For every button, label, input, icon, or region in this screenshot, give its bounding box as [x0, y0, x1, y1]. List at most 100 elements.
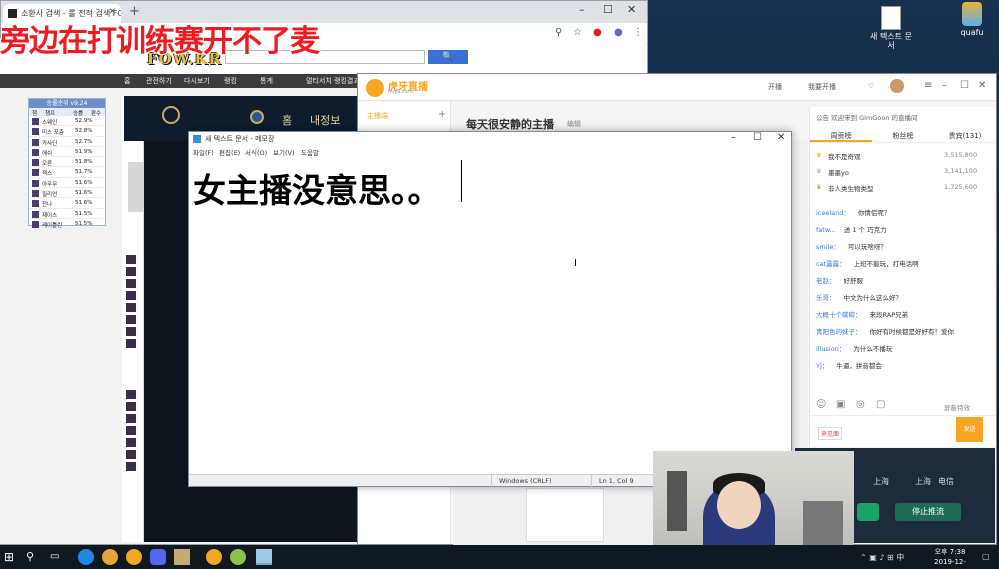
windows-start-icon[interactable]: ⊞ — [4, 550, 20, 566]
huya-icon[interactable] — [126, 549, 142, 565]
ranking-row[interactable]: 카사딘 52.7% — [29, 137, 105, 147]
nav-item[interactable]: 랭킹 — [224, 76, 237, 86]
ranking-row[interactable]: 잔나 51.6% — [29, 198, 105, 209]
menu-view[interactable]: 보기(V) — [273, 147, 294, 157]
nav-item[interactable]: 홈 — [124, 76, 130, 86]
menu-help[interactable]: 도움말 — [301, 147, 319, 157]
tray-icons[interactable]: ⌃ ▣ ♪ ⊞ 中 — [860, 552, 904, 563]
sidebar-label[interactable]: 主播端 — [367, 111, 388, 121]
scene-card[interactable] — [526, 488, 604, 542]
ranking-row[interactable]: 아무무 51.6% — [29, 178, 105, 189]
menu-icon[interactable]: ≡ — [924, 80, 932, 91]
stream-toggle[interactable] — [857, 503, 879, 521]
block-effects-button[interactable]: 屏蔽特效 — [944, 402, 970, 412]
emoji-icon[interactable]: ☺ — [816, 399, 826, 410]
ranking-row[interactable]: 스웨인 52.9% — [29, 116, 105, 127]
menu-dots-icon[interactable]: ⋮ — [633, 27, 643, 38]
start-live-button[interactable]: 开播 — [768, 82, 782, 92]
chat-username[interactable]: smile： — [816, 243, 840, 251]
ranking-row[interactable]: 애쉬 51.9% — [29, 147, 105, 158]
minimize-icon[interactable]: – — [731, 132, 736, 143]
clock[interactable]: 오후 7:38 2019-12-24 — [930, 547, 970, 569]
tab-weekly-contribution[interactable]: 周贡榜 — [810, 129, 872, 142]
nav-item[interactable]: 멀티서치 — [306, 76, 332, 86]
send-button[interactable]: 发送 — [956, 417, 983, 442]
maximize-icon[interactable]: ☐ — [960, 80, 969, 91]
nav-item[interactable]: 통계 — [260, 76, 273, 86]
notepad-editor[interactable]: 女主播没意思。。 I — [191, 160, 789, 465]
menu-format[interactable]: 서식(O) — [245, 147, 267, 157]
champion-winrate: 51.6% — [75, 200, 93, 207]
minimize-icon[interactable]: – — [579, 3, 585, 16]
chat-text: 你好有时候都是好好有！爱你 — [869, 328, 955, 336]
tab-vip[interactable]: 贵宾(131) — [934, 131, 996, 141]
menu-edit[interactable]: 편집(E) — [219, 147, 240, 157]
champion-winrate: 52.8% — [75, 128, 93, 135]
search-button[interactable]: 🔍 — [428, 50, 468, 64]
chat-username[interactable]: fatw... — [816, 226, 836, 234]
text-caret — [461, 160, 462, 202]
bookmark-star-icon[interactable]: ☆ — [573, 27, 582, 38]
avatar[interactable] — [890, 79, 904, 93]
ranking-row[interactable]: 잭스 51.7% — [29, 167, 105, 178]
close-window-icon[interactable]: ✕ — [777, 132, 785, 143]
champion-winrate: 51.6% — [75, 190, 93, 197]
chat-username[interactable]: cat露露： — [816, 260, 846, 268]
crown-icon: ♛ — [816, 151, 822, 159]
add-icon[interactable]: + — [438, 109, 446, 120]
task-view-icon[interactable]: ▭ — [50, 551, 66, 567]
search-icon[interactable]: ⚲ — [26, 550, 42, 566]
desktop-icon-quafu[interactable]: quafu — [949, 2, 995, 37]
chat-username[interactable]: 老赵： — [816, 277, 836, 285]
notepad-title: 새 텍스트 문서 - 메모장 — [205, 135, 275, 143]
ranking-row[interactable]: 오른 51.8% — [29, 157, 105, 168]
ranking-row[interactable]: 케이틀린 51.5% — [29, 219, 105, 230]
ranking-row[interactable]: 미스 포츈 52.8% — [29, 126, 105, 137]
checkin-badge[interactable]: 来见面 — [818, 427, 843, 440]
discord-icon[interactable] — [150, 549, 166, 565]
minimize-icon[interactable]: – — [942, 80, 947, 91]
nav-item[interactable]: 관전하기 — [146, 76, 172, 86]
menu-file[interactable]: 파일(F) — [193, 147, 214, 157]
alert-icon[interactable] — [250, 110, 264, 124]
lol-icon[interactable] — [174, 549, 190, 565]
image-icon[interactable]: ▣ — [836, 399, 845, 410]
maximize-icon[interactable]: ☐ — [603, 3, 613, 16]
desktop-icon-text-file[interactable]: 새 텍스트 문 서 — [868, 6, 914, 50]
maximize-icon[interactable]: ☐ — [753, 132, 762, 143]
close-window-icon[interactable]: ✕ — [978, 80, 986, 91]
chat-username[interactable]: illusion： — [816, 345, 845, 353]
my-live-button[interactable]: 我要开播 — [808, 82, 836, 92]
chrome-icon[interactable] — [102, 549, 118, 565]
champion-name: 케이틀린 — [42, 222, 63, 229]
nav-item[interactable]: 랭킹결과 — [334, 76, 360, 86]
ranking-row[interactable]: 질리언 51.6% — [29, 188, 105, 199]
ranking-row[interactable]: 제이스 51.5% — [29, 209, 105, 219]
chat-username[interactable]: 大概十个碳碳： — [816, 311, 862, 319]
stop-push-button[interactable]: 停止推流 — [895, 503, 961, 521]
champion-avatar — [32, 159, 39, 167]
huya-live-icon[interactable] — [206, 549, 222, 565]
notepad-task-icon[interactable] — [256, 549, 272, 565]
app-icon[interactable] — [230, 549, 246, 565]
ranking-header: 승률순위 v9.24 — [29, 99, 105, 108]
edit-title-button[interactable]: 编辑 — [567, 119, 581, 129]
chat-username[interactable]: 青阳色的妹子： — [816, 328, 862, 336]
screenshot-icon[interactable]: ▢ — [876, 399, 885, 410]
edge-icon[interactable] — [78, 549, 94, 565]
lol-profile-tab[interactable]: 내정보 — [310, 112, 340, 128]
profile-icon[interactable]: ● — [614, 27, 623, 38]
notification-icon[interactable]: ▢ — [982, 552, 990, 561]
extension-icon[interactable]: ● — [593, 27, 602, 38]
chat-username[interactable]: YJ： — [816, 362, 828, 370]
lol-home-tab[interactable]: 홈 — [282, 112, 292, 128]
close-window-icon[interactable]: ✕ — [627, 3, 636, 16]
message-icon[interactable]: ♡ — [868, 82, 874, 90]
chat-username[interactable]: 乐哥： — [816, 294, 836, 302]
location-label: 上海 — [915, 477, 931, 486]
game-icon[interactable]: ◎ — [856, 399, 865, 410]
chat-username[interactable]: iceeland： — [816, 209, 850, 217]
tab-fans[interactable]: 粉丝榜 — [872, 131, 934, 141]
search-icon[interactable]: ⚲ — [555, 27, 562, 38]
nav-item[interactable]: 다시보기 — [184, 76, 210, 86]
